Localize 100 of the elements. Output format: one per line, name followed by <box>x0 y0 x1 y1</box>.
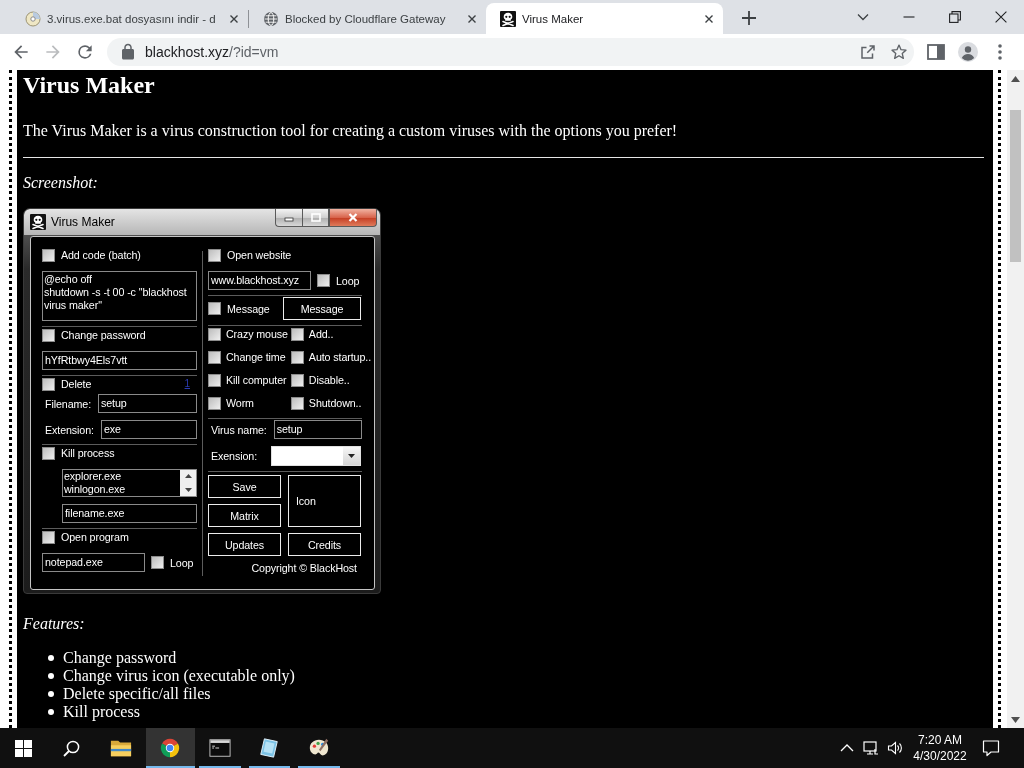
checkbox[interactable] <box>290 350 304 364</box>
checkbox[interactable] <box>42 248 55 262</box>
checkbox-label: Open program <box>61 530 129 544</box>
checkbox[interactable] <box>42 446 55 460</box>
checkbox-label: Disable.. <box>308 373 350 387</box>
checkbox-label: Change time <box>226 350 286 364</box>
checkbox-label: Open website <box>227 248 292 262</box>
speech-bubble-icon[interactable] <box>982 739 1000 757</box>
checkbox-label: Add.. <box>308 327 334 341</box>
speaker-icon[interactable] <box>887 740 903 756</box>
checkbox-label: Change password <box>61 328 146 342</box>
checkbox-label: Add code (batch) <box>61 248 141 262</box>
restore-icon[interactable] <box>949 11 961 23</box>
checkbox-label: Loop <box>170 555 194 570</box>
text-field[interactable]: notepad.exe <box>42 553 145 572</box>
field-label: Filename: <box>44 397 92 410</box>
scrollbar-thumb[interactable] <box>1010 110 1021 262</box>
list-item-text: Kill process <box>63 703 140 721</box>
window-title: Virus Maker <box>51 215 115 229</box>
checkbox[interactable] <box>208 396 221 410</box>
page-heading: Virus Maker <box>23 71 156 99</box>
browser-tab[interactable]: 3.virus.exe.bat dosyasını indir - d <box>11 3 248 34</box>
bullet-icon <box>48 673 54 679</box>
checkbox[interactable] <box>208 248 221 262</box>
icon-preview[interactable]: Icon <box>288 475 361 527</box>
close-button[interactable] <box>329 209 377 227</box>
list-item[interactable]: winlogon.exe <box>64 483 179 496</box>
share-icon[interactable] <box>858 43 877 61</box>
checkbox-label: Auto startup.. <box>308 350 372 364</box>
url-text[interactable]: blackhost.xyz/?id=vm <box>145 44 279 60</box>
skull-crossbones-icon <box>500 10 516 27</box>
text-field[interactable]: hYfRtbwy4Els7vtt <box>42 351 197 370</box>
checkbox-label: Shutdown.. <box>308 396 362 410</box>
copyright-text: Copyright © BlackHost <box>250 561 358 575</box>
terminal-icon <box>208 737 231 759</box>
button[interactable]: Matrix <box>208 504 281 527</box>
text-field[interactable]: exe <box>100 420 197 439</box>
button[interactable]: Updates <box>208 533 281 556</box>
arrow-up-icon[interactable] <box>184 474 192 478</box>
checkbox[interactable] <box>42 328 55 342</box>
checkbox[interactable] <box>208 302 221 315</box>
scrollbar[interactable] <box>180 470 196 496</box>
taskbar-button[interactable] <box>145 728 195 768</box>
profile-icon[interactable] <box>958 42 978 62</box>
bullet-icon <box>48 709 54 715</box>
checkbox[interactable] <box>290 373 304 387</box>
arrow-up-icon[interactable] <box>1011 76 1020 82</box>
close-icon[interactable] <box>995 11 1007 23</box>
arrow-down-icon[interactable] <box>1011 717 1020 723</box>
code-textarea[interactable]: @echo off shutdown -s -t 00 -c "blackhost virus maker" <box>42 271 197 321</box>
list-item-text: Change password <box>63 649 177 667</box>
text-field[interactable]: setup <box>98 394 197 413</box>
text-field[interactable]: filename.exe <box>62 504 197 523</box>
list-item-text: Delete specific/all files <box>63 685 211 703</box>
field-label: Virus name: <box>210 423 267 436</box>
checkbox[interactable] <box>151 556 164 569</box>
star-icon[interactable] <box>889 43 908 61</box>
checkbox[interactable] <box>317 274 330 287</box>
section-label: Screenshot: <box>23 173 99 193</box>
listbox[interactable]: explorer.exe winlogon.exe <box>62 469 197 497</box>
address-bar[interactable]: blackhost.xyz/?id=vm <box>107 38 914 66</box>
checkbox[interactable] <box>290 327 304 341</box>
checkbox[interactable] <box>208 327 221 341</box>
checkbox[interactable] <box>42 377 55 391</box>
checkbox[interactable] <box>42 530 55 544</box>
chrome-icon <box>159 737 182 759</box>
button[interactable]: Credits <box>288 533 361 556</box>
text-field[interactable]: setup <box>273 420 362 439</box>
checkbox[interactable] <box>290 396 304 410</box>
text-field[interactable]: www.blackhost.xyz <box>208 271 311 290</box>
chevron-down-icon[interactable] <box>857 11 869 23</box>
list-item[interactable]: explorer.exe <box>64 470 179 483</box>
reload-icon[interactable] <box>75 42 95 62</box>
sidebar-icon[interactable] <box>926 42 946 62</box>
checkbox[interactable] <box>208 350 221 364</box>
checkbox-label: Loop <box>336 273 360 288</box>
checkbox-label: Delete <box>61 377 92 391</box>
start-icon <box>14 739 32 757</box>
network-icon[interactable] <box>863 740 879 756</box>
button[interactable]: Save <box>208 475 281 498</box>
minimize-button[interactable] <box>275 209 302 227</box>
search-icon <box>62 739 80 757</box>
globe-icon <box>263 10 279 27</box>
checkbox-label: Worm <box>226 396 254 410</box>
checkbox-label: Kill computer <box>226 373 287 387</box>
browser-tab[interactable]: Virus Maker <box>486 3 723 34</box>
clock-date[interactable]: 4/30/2022 <box>913 748 967 764</box>
field-label: Exension: <box>210 450 258 462</box>
lock-icon[interactable] <box>119 43 137 61</box>
checkbox[interactable] <box>208 373 221 387</box>
clock-time[interactable]: 7:20 AM <box>918 732 962 748</box>
maximize-button[interactable] <box>302 209 329 227</box>
plus-icon[interactable] <box>741 10 757 26</box>
checkbox-label: Crazy mouse <box>226 327 288 341</box>
scrollbar[interactable] <box>1007 70 1024 728</box>
maximize-icon <box>310 213 321 222</box>
button[interactable]: Message <box>283 297 361 320</box>
arrow-down-icon[interactable] <box>184 488 192 492</box>
field-label: Extension: <box>44 423 94 436</box>
browser-tab[interactable]: Blocked by Cloudflare Gateway <box>249 3 486 34</box>
